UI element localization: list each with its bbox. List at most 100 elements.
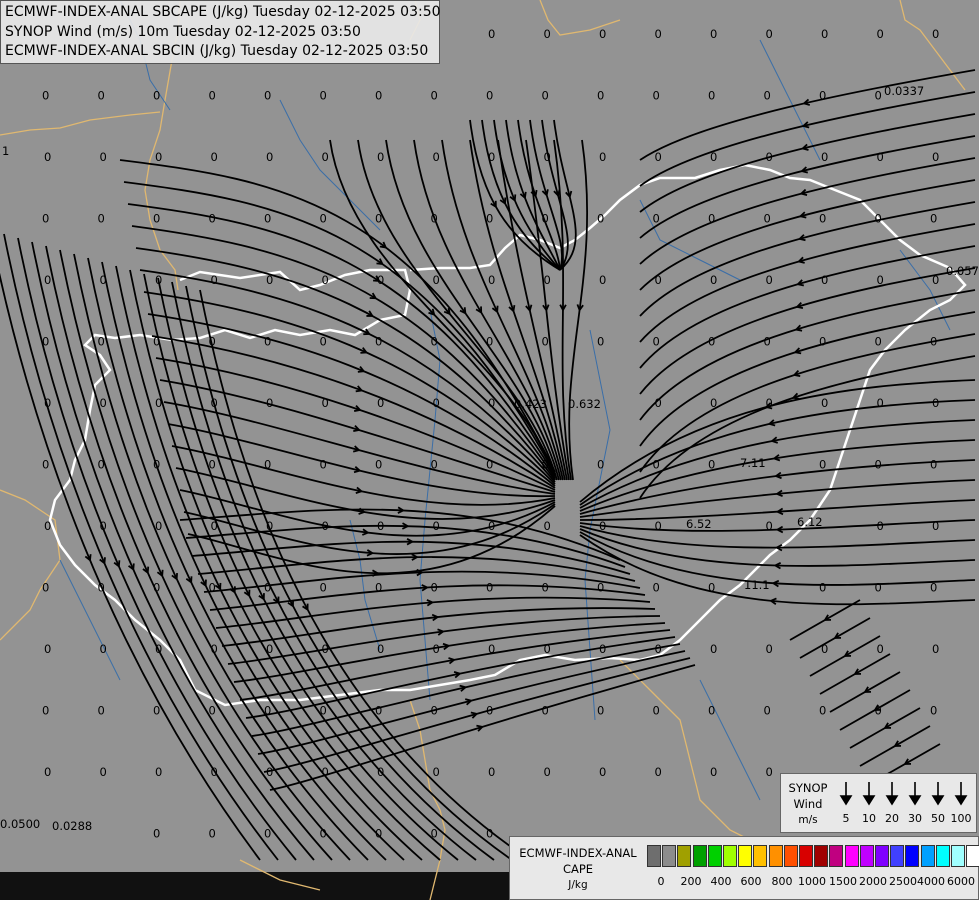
value-label: 0 <box>930 704 937 718</box>
value-label: 0 <box>44 765 51 779</box>
cape-swatch <box>935 845 950 867</box>
value-label: 0 <box>488 150 495 164</box>
value-label: 0 <box>542 335 549 349</box>
value-label: 0 <box>710 273 717 287</box>
value-label: 7.11 <box>740 456 766 470</box>
value-label: 0 <box>877 642 884 656</box>
value-label: 0 <box>44 396 51 410</box>
value-label: 0 <box>653 581 660 595</box>
value-label: 0 <box>320 89 327 103</box>
value-label: 0 <box>264 335 271 349</box>
value-label: 0 <box>542 581 549 595</box>
value-label: 0 <box>433 273 440 287</box>
value-label: 0 <box>488 27 495 41</box>
value-label: 0 <box>375 212 382 226</box>
value-label: 0 <box>322 519 329 533</box>
value-label: 0 <box>653 212 660 226</box>
cape-tick-label: 200 <box>680 875 702 888</box>
title-sbcape: ECMWF-INDEX-ANAL SBCAPE (J/kg) Tuesday 0… <box>5 4 441 20</box>
value-label: 0 <box>375 827 382 841</box>
value-label: 0 <box>819 335 826 349</box>
value-label: 0 <box>875 89 882 103</box>
cape-tick-label: 1500 <box>829 875 857 888</box>
value-label: 0 <box>322 396 329 410</box>
title-sbcin: ECMWF-INDEX-ANAL SBCIN (J/kg) Tuesday 02… <box>5 43 429 59</box>
value-label: 0.0288 <box>52 819 92 833</box>
value-label: 0 <box>710 27 717 41</box>
value-label: 0 <box>266 642 273 656</box>
value-label: 0 <box>597 212 604 226</box>
value-label: 0 <box>708 581 715 595</box>
value-label: 0 <box>209 827 216 841</box>
value-label: 0 <box>377 150 384 164</box>
cape-tick-label: 600 <box>740 875 762 888</box>
value-label: 0 <box>320 335 327 349</box>
value-label: 0 <box>155 765 162 779</box>
value-label: 0 <box>486 89 493 103</box>
value-label: 0 <box>710 765 717 779</box>
value-label: 0 <box>153 458 160 472</box>
value-label: 0 <box>932 273 939 287</box>
title-synop-wind: SYNOP Wind (m/s) 10m Tuesday 02-12-2025 … <box>5 23 361 40</box>
value-label: 0 <box>211 642 218 656</box>
value-label: 0 <box>211 519 218 533</box>
value-label: 0 <box>821 150 828 164</box>
value-label: 0 <box>819 212 826 226</box>
value-label: 0 <box>655 765 662 779</box>
speed-label: 5 <box>842 812 850 825</box>
value-label: 0 <box>819 89 826 103</box>
value-label: 0 <box>98 89 105 103</box>
value-label: 0 <box>877 150 884 164</box>
value-label: 0 <box>375 581 382 595</box>
value-label: 0 <box>433 396 440 410</box>
value-label: 0 <box>431 704 438 718</box>
value-label: 0 <box>266 765 273 779</box>
value-label: 0.423 <box>514 397 547 411</box>
value-label: 0 <box>655 150 662 164</box>
cape-tick-label: 400 <box>710 875 732 888</box>
cape-swatch <box>647 845 661 867</box>
value-label: 0 <box>766 642 773 656</box>
value-label: 0 <box>710 642 717 656</box>
value-label: 0 <box>433 765 440 779</box>
value-label: 0 <box>877 273 884 287</box>
synop-legend-title: SYNOP Wind m/s <box>788 781 828 826</box>
value-label: 0 <box>597 89 604 103</box>
value-label: 0 <box>766 150 773 164</box>
value-label: 0 <box>322 150 329 164</box>
value-label: 0 <box>155 642 162 656</box>
value-label: 0 <box>431 212 438 226</box>
value-label: 0 <box>875 458 882 472</box>
weather-map: 0 0 0 0 0 0 0 0 0 0 0 0 0 0 0 0 0 0 0 0 0 0 0 0 0 0 0 0 0 0 0 0 0 0 0 0 0 0 0 0… <box>0 0 979 900</box>
value-label: 0 <box>320 581 327 595</box>
value-label: 0 <box>155 519 162 533</box>
speed-label: 10 <box>862 812 876 825</box>
value-label: 0 <box>98 335 105 349</box>
value-label: 0 <box>264 212 271 226</box>
value-label: 0 <box>764 212 771 226</box>
value-label: 0 <box>821 273 828 287</box>
value-label: 0 <box>320 704 327 718</box>
value-label: 0 <box>100 519 107 533</box>
cape-swatch <box>844 845 859 867</box>
value-label: 0 <box>932 396 939 410</box>
value-label: 0 <box>766 765 773 779</box>
value-label: 0 <box>433 150 440 164</box>
value-label: 0 <box>877 27 884 41</box>
value-label: 0 <box>599 519 606 533</box>
value-label: 0 <box>599 765 606 779</box>
value-label: 0 <box>932 150 939 164</box>
value-label: 0 <box>930 212 937 226</box>
value-label: 0 <box>488 273 495 287</box>
value-label: 0 <box>44 519 51 533</box>
value-label: 0 <box>708 458 715 472</box>
value-label: 0 <box>819 581 826 595</box>
cape-swatch <box>829 845 844 867</box>
cape-tick-label: 1000 <box>798 875 826 888</box>
synop-wind-legend: SYNOP Wind m/s 5 10 20 30 50 100 <box>780 773 977 833</box>
value-label: 0 <box>875 335 882 349</box>
value-label: 0 <box>655 396 662 410</box>
value-label: 0 <box>542 212 549 226</box>
value-label: 0 <box>599 642 606 656</box>
value-label: 0 <box>542 458 549 472</box>
